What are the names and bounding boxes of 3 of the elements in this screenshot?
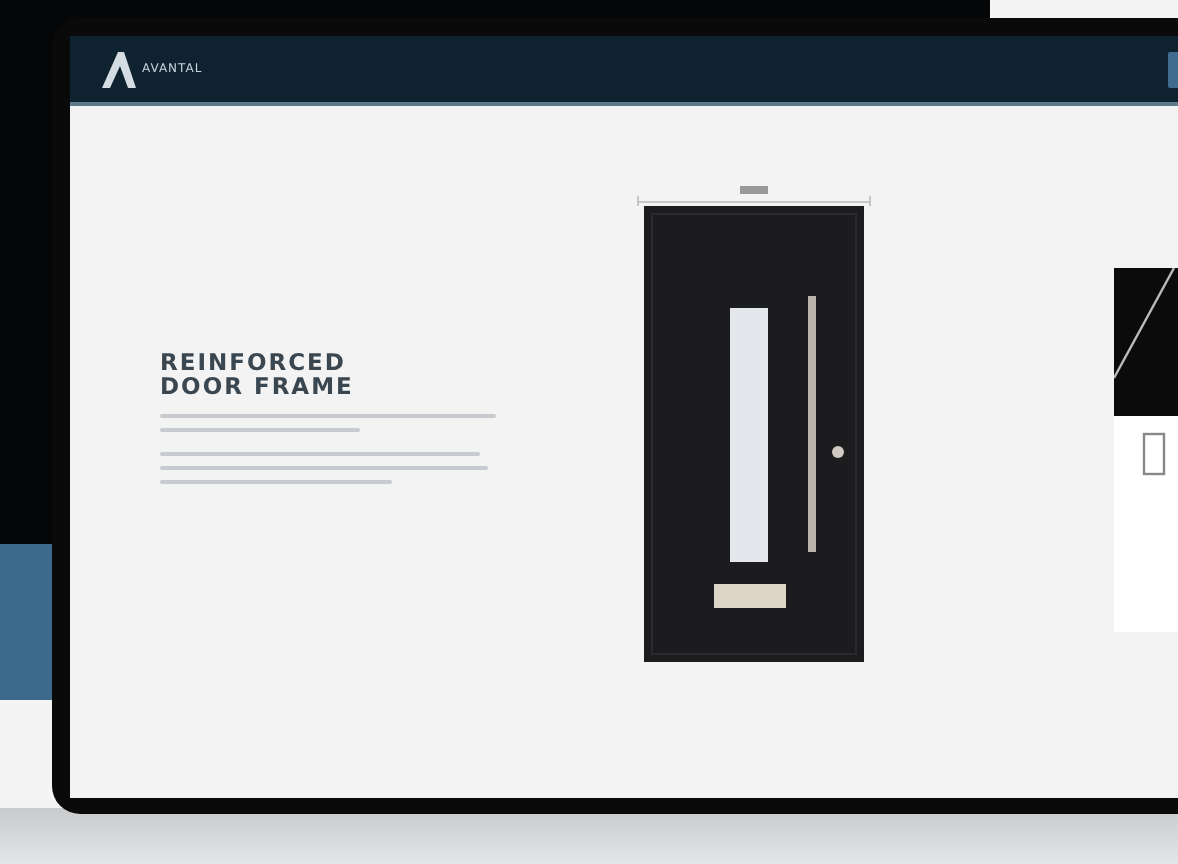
logo-icon xyxy=(98,49,138,89)
door-icon xyxy=(1142,432,1166,476)
section-heading: REINFORCED DOOR FRAME xyxy=(160,350,356,398)
